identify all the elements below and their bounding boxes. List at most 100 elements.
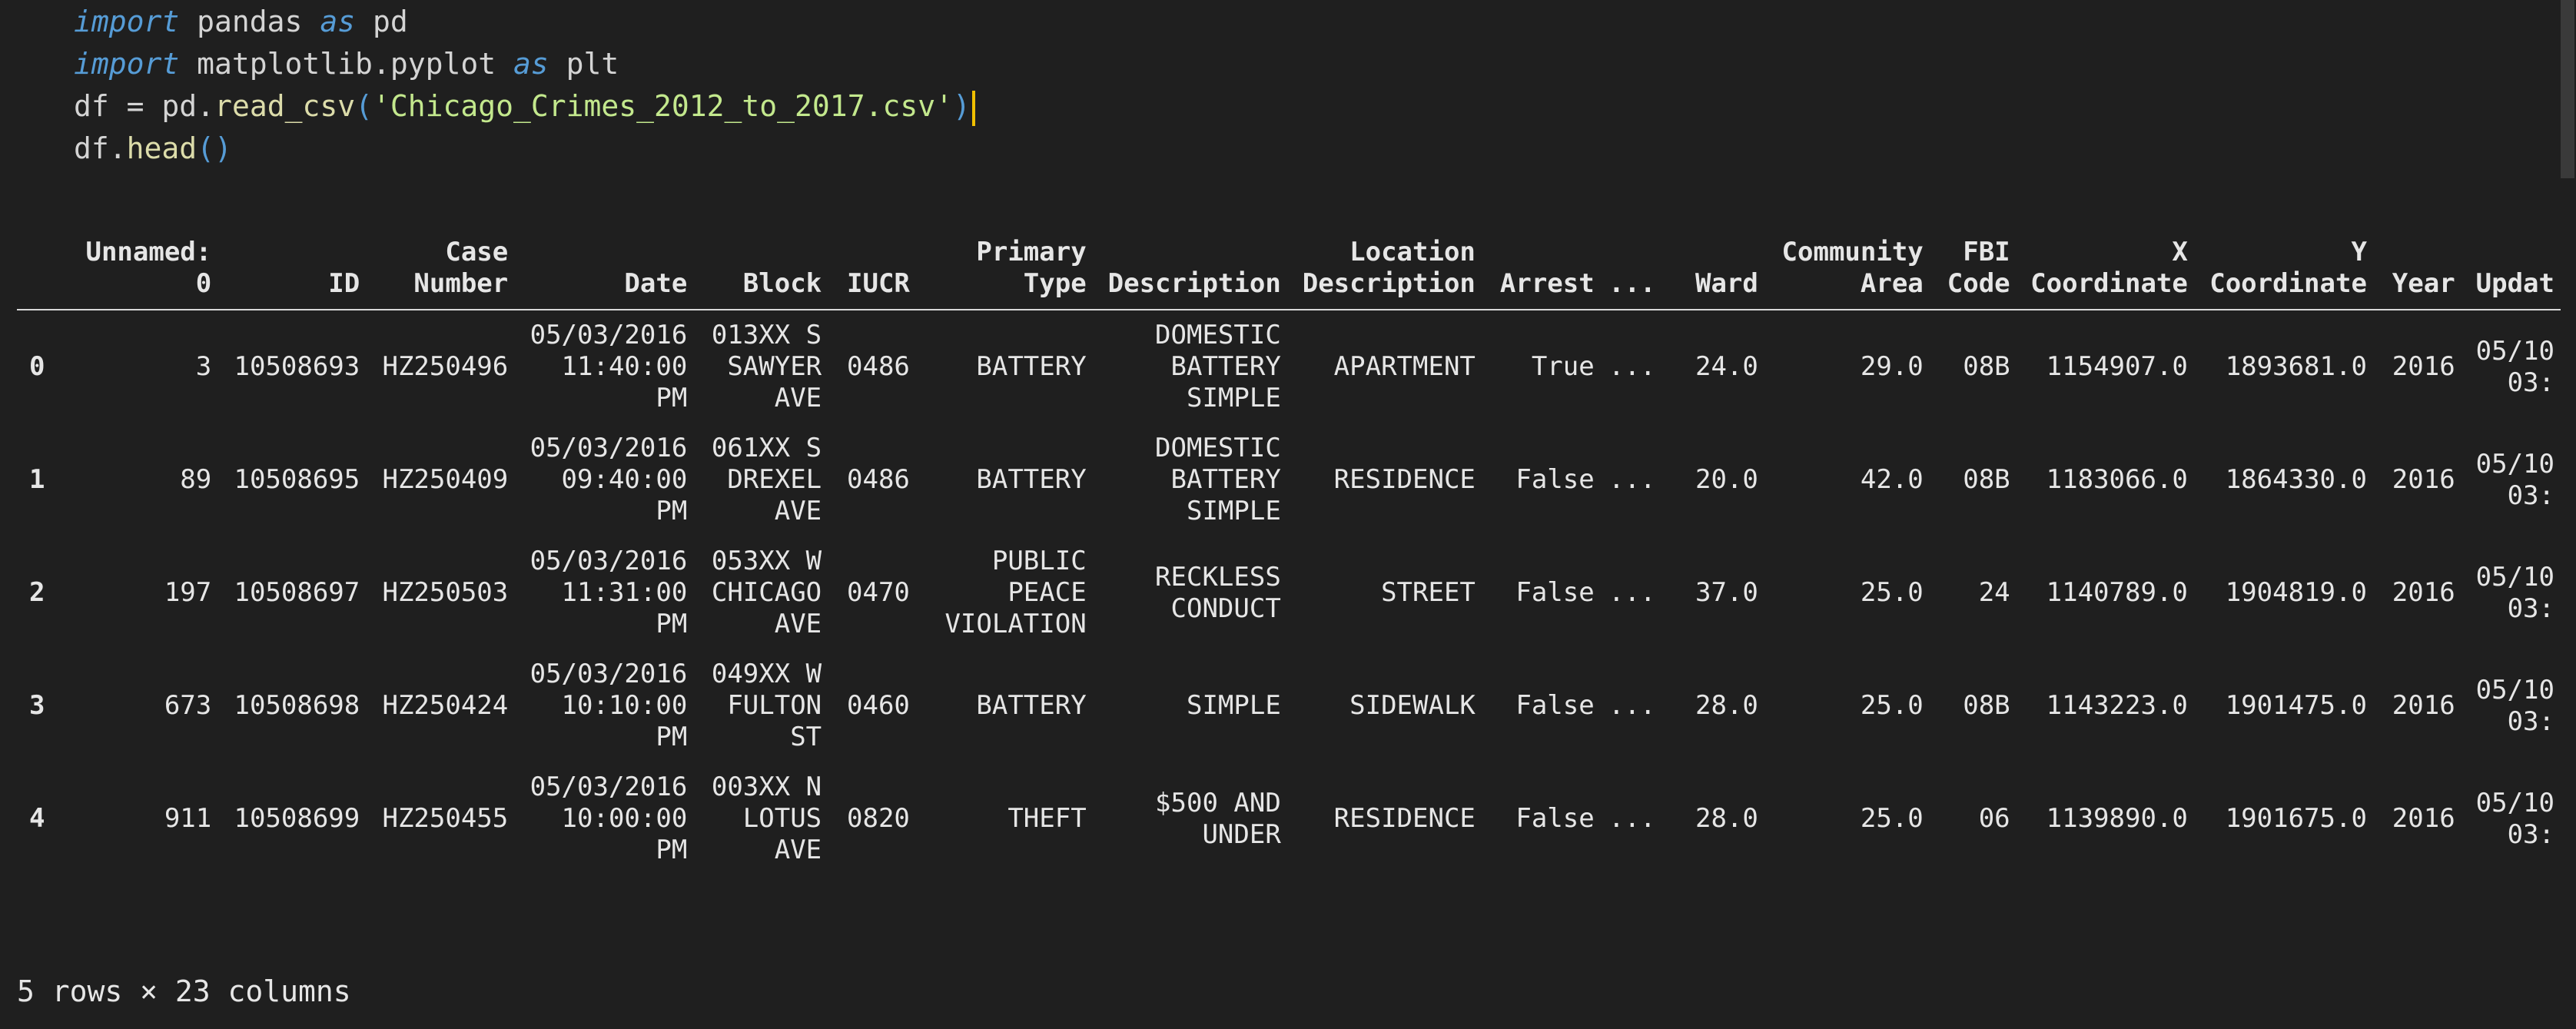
- primary-type-cell: PUBLIC PEACE VIOLATION: [916, 536, 1093, 649]
- id-cell: 10508697: [234, 577, 360, 608]
- cell-line: 013XX S: [711, 320, 822, 350]
- cell-line: 05/10: [2475, 561, 2554, 593]
- header-line: Description: [1107, 268, 1281, 299]
- code-line-2[interactable]: import matplotlib.pyplot as plt: [74, 42, 619, 85]
- header-line: Y: [2351, 237, 2367, 267]
- cell-line: BATTERY: [1170, 351, 1281, 382]
- cell-line: AVE: [774, 609, 822, 639]
- function-name: read_csv: [214, 89, 356, 123]
- code-line-4[interactable]: df.head(): [74, 127, 232, 170]
- cell-line: BATTERY: [1170, 464, 1281, 495]
- updated-on-header: Updat: [2461, 227, 2561, 310]
- date-cell: 05/03/2016 11:31:00 PM: [514, 536, 693, 649]
- table-summary: 5 rows × 23 columns: [17, 974, 351, 1008]
- cell-line: PM: [656, 722, 688, 752]
- scrollbar-thumb[interactable]: [2561, 0, 2574, 178]
- header-line: ...: [1608, 268, 1656, 299]
- community-area-cell: 25.0: [1860, 803, 1924, 834]
- fbi-code-cell: 24: [1978, 577, 2010, 608]
- cell-line: SIMPLE: [1186, 690, 1281, 721]
- ward-header: Ward: [1661, 227, 1764, 310]
- primary-type-cell: BATTERY: [916, 423, 1093, 536]
- header-line: Case: [445, 237, 509, 267]
- code-cell[interactable]: import pandas as pd import matplotlib.py…: [74, 0, 2533, 177]
- header-line: Type: [1023, 268, 1087, 299]
- block-cell: 003XX N LOTUS AVE: [693, 762, 828, 875]
- location-description-cell: APARTMENT: [1333, 351, 1476, 382]
- year-cell: 2016: [2392, 690, 2455, 721]
- object: pd: [161, 89, 198, 123]
- iucr-cell: 0460: [847, 690, 910, 721]
- table-row: 4 911 10508699 HZ250455 05/03/2016 10:00:00 PM…: [17, 762, 2561, 875]
- vertical-scrollbar[interactable]: [2559, 0, 2576, 1029]
- block-header: Block: [693, 227, 828, 310]
- description-cell: DOMESTIC BATTERY SIMPLE: [1093, 310, 1287, 423]
- table-body: 0 3 10508693 HZ250496 05/03/2016 11:40:00 PM 01…: [17, 310, 2561, 875]
- id-cell: 10508699: [234, 803, 360, 834]
- year-cell: 2016: [2392, 577, 2455, 608]
- cell-line: 05/10: [2475, 335, 2554, 367]
- location-description-cell: RESIDENCE: [1333, 464, 1476, 495]
- keyword: as: [513, 47, 549, 81]
- community-area-cell: 25.0: [1860, 690, 1924, 721]
- code-line-1[interactable]: import pandas as pd: [74, 0, 408, 43]
- header-row: Unnamed: 0 ID Case Number Date Block IUCR Pr…: [17, 227, 2561, 310]
- case-number-cell: HZ250496: [382, 351, 509, 382]
- description-cell: SIMPLE: [1093, 649, 1287, 762]
- header-line: Arrest: [1499, 268, 1595, 299]
- cell-line: VIOLATION: [944, 609, 1087, 639]
- header-line: [23, 268, 56, 300]
- updated-on-cell: 05/10 03:: [2461, 649, 2561, 762]
- cell-line: PUBLIC: [991, 546, 1087, 576]
- cell-line: DOMESTIC: [1155, 320, 1281, 350]
- cell-line: 05/03/2016: [529, 546, 688, 576]
- id-header: ID: [217, 227, 367, 310]
- cell-line: $500 AND: [1155, 787, 1281, 818]
- cell-line: SAWYER: [727, 351, 822, 382]
- cell-line: THEFT: [1007, 803, 1087, 834]
- header-line: [2379, 237, 2455, 268]
- cell-line: 049XX W: [711, 659, 822, 689]
- code-line-3[interactable]: df = pd.read_csv('Chicago_Crimes_2012_to…: [74, 85, 975, 128]
- cell-line: AVE: [774, 835, 822, 865]
- ellipsis-cell: ...: [1608, 577, 1656, 608]
- output-area: Unnamed: 0 ID Case Number Date Block IUCR Pr…: [17, 227, 2561, 988]
- header-line: Unnamed:: [85, 237, 212, 267]
- table-row: 1 89 10508695 HZ250409 05/03/2016 09:40:00 PM 0…: [17, 423, 2561, 536]
- arrest-cell: False: [1515, 577, 1595, 608]
- cell-line: 05/10: [2475, 448, 2554, 480]
- cell-line: SIMPLE: [1186, 383, 1281, 413]
- updated-on-cell: 05/10 03:: [2461, 310, 2561, 423]
- cell-line: 05/03/2016: [529, 772, 688, 802]
- header-line: [1099, 237, 1281, 268]
- header-line: X: [2172, 237, 2188, 267]
- fbi-code-cell: 06: [1978, 803, 2010, 834]
- table-row: 3 673 10508698 HZ250424 05/03/2016 10:10:00 PM…: [17, 649, 2561, 762]
- x-coordinate-cell: 1139890.0: [2046, 803, 2188, 834]
- header-line: Updat: [2475, 268, 2554, 299]
- unnamed-cell: 911: [164, 803, 212, 834]
- header-line: Community: [1781, 237, 1924, 267]
- header-line: Number: [413, 268, 509, 299]
- primary-type-cell: THEFT: [916, 762, 1093, 875]
- cell-line: 053XX W: [711, 546, 822, 576]
- paren: (): [197, 131, 232, 165]
- description-header: Description: [1092, 227, 1287, 310]
- text-cursor: [971, 90, 975, 126]
- paren: (: [355, 89, 373, 123]
- case-number-cell: HZ250409: [382, 464, 509, 495]
- date-cell: 05/03/2016 10:00:00 PM: [514, 762, 693, 875]
- cell-line: AVE: [774, 383, 822, 413]
- cell-line: 061XX S: [711, 433, 822, 463]
- cell-line: PM: [656, 496, 688, 526]
- updated-on-cell: 05/10 03:: [2461, 536, 2561, 649]
- row-index: 0: [29, 351, 45, 382]
- header-line: [520, 237, 687, 268]
- header-line: [1488, 237, 1595, 268]
- cell-line: 09:40:00: [561, 464, 688, 495]
- community-area-cell: 25.0: [1860, 577, 1924, 608]
- unnamed-cell: 3: [195, 351, 212, 382]
- cell-line: DREXEL: [727, 464, 822, 495]
- community-area-cell: 29.0: [1860, 351, 1924, 382]
- updated-on-cell: 05/10 03:: [2461, 762, 2561, 875]
